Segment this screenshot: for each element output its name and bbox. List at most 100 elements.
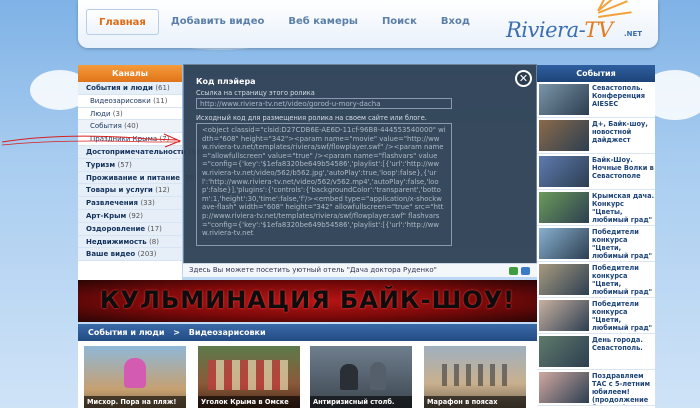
- sidebar-item-channel[interactable]: Ваше видео (203): [78, 248, 182, 262]
- person-figure: [370, 362, 386, 390]
- channel-label: Туризм: [86, 160, 116, 169]
- sidebar-item-channel[interactable]: Недвижимость (8): [78, 235, 182, 249]
- video-caption: Марафон в поясах: [424, 396, 526, 408]
- channel-count: (17): [147, 224, 162, 233]
- video-thumbnail[interactable]: Мисхор. Пора на пляж!: [84, 346, 186, 408]
- event-thumbnail[interactable]: [539, 336, 589, 367]
- events-header: События: [537, 65, 655, 82]
- sidebar-item-channel[interactable]: События и люди (61): [78, 82, 182, 95]
- event-thumbnail[interactable]: [539, 300, 589, 331]
- video-caption: Антиризисный столб.: [310, 396, 412, 408]
- nav-webcams[interactable]: Веб камеры: [276, 9, 370, 35]
- embed-code-field[interactable]: <object classid="clsid:D27CDB6E-AE6D-11c…: [196, 123, 452, 246]
- sidebar-item-channel[interactable]: Люди (3): [78, 108, 182, 121]
- sidebar-item-channel[interactable]: Арт-Крым (92): [78, 209, 182, 223]
- event-thumbnail[interactable]: [539, 156, 589, 187]
- event-thumbnail[interactable]: [539, 264, 589, 295]
- event-title[interactable]: Победители конкурса "Цвети, любимый град…: [589, 300, 655, 333]
- banner-text: КУЛЬМИНАЦИЯ БАЙК-ШОУ!: [99, 286, 516, 314]
- video-grid: Мисхор. Пора на пляж! Уголок Крыма в Омс…: [78, 341, 537, 408]
- red-annotation-line: [1, 133, 182, 148]
- promo-banner[interactable]: КУЛЬМИНАЦИЯ БАЙК-ШОУ!: [78, 280, 537, 322]
- event-title[interactable]: Победители конкурса "Цвети, любимый град…: [589, 228, 655, 261]
- event-title[interactable]: Д+, Байк-шоу, новостной дайджест: [589, 120, 655, 153]
- embed-icon[interactable]: [521, 267, 530, 275]
- share-icon[interactable]: [509, 267, 518, 275]
- event-title[interactable]: Севастополь. Конференция AIESEC: [589, 84, 655, 117]
- nav-home[interactable]: Главная: [86, 9, 159, 35]
- event-thumbnail[interactable]: [539, 192, 589, 223]
- event-item[interactable]: Победители конкурса "Цвети, любимый град…: [537, 226, 655, 262]
- logo-suffix: .NET: [624, 30, 643, 38]
- sidebar-item-channel[interactable]: Оздоровление (17): [78, 222, 182, 236]
- channel-label: Товары и услуги: [86, 186, 153, 195]
- event-item[interactable]: Крымская дача. Конкурс "Цветы, любимый г…: [537, 190, 655, 226]
- site-logo[interactable]: Riviera-TV .NET: [506, 0, 656, 46]
- channel-label: Видеозарисовки: [90, 96, 151, 105]
- event-thumbnail[interactable]: [539, 228, 589, 259]
- group-photo: [208, 360, 288, 390]
- event-item[interactable]: День города. Севастополь.: [537, 334, 655, 370]
- channel-count: (33): [140, 199, 155, 208]
- event-item[interactable]: Победители конкурса "Цвети, любимый град…: [537, 262, 655, 298]
- event-title[interactable]: Поздравляем ТАС с 5-летним юбилеем! (про…: [589, 372, 655, 405]
- video-thumbnail[interactable]: Марафон в поясах: [424, 346, 526, 408]
- channel-count: (203): [137, 250, 157, 259]
- channel-count: (12): [155, 186, 170, 195]
- channel-label: Развлечения: [86, 199, 139, 208]
- video-caption: Мисхор. Пора на пляж!: [84, 396, 186, 408]
- nav-search[interactable]: Поиск: [370, 9, 429, 35]
- video-thumbnail[interactable]: Уголок Крыма в Омске: [198, 346, 300, 408]
- sidebar-item-channel[interactable]: Проживание и питание (56): [78, 171, 197, 185]
- dialog-title: Код плэйера: [196, 77, 256, 86]
- channel-label: Недвижимость: [86, 237, 147, 246]
- channel-count: (11): [153, 96, 168, 105]
- nav-add-video[interactable]: Добавить видео: [159, 9, 277, 35]
- channel-label: Ваше видео: [86, 250, 136, 259]
- channel-list: События и люди (61) Видеозарисовки (11) Лю…: [78, 82, 203, 262]
- channel-count: (8): [149, 237, 159, 246]
- event-title[interactable]: Крымская дача. Конкурс "Цветы, любимый г…: [589, 192, 655, 225]
- channel-count: (92): [128, 211, 143, 220]
- sidebar-item-channel[interactable]: Развлечения (33): [78, 197, 182, 210]
- hotel-info-bar: Здесь Вы можете посетить уютный отель "Д…: [183, 263, 537, 277]
- channel-count: (61): [155, 84, 170, 92]
- sidebar-item-channel[interactable]: Товары и услуги (12): [78, 184, 182, 198]
- event-title[interactable]: Победители конкурса "Цвети, любимый град…: [589, 264, 655, 297]
- channel-label: Люди: [90, 109, 111, 118]
- event-item[interactable]: Д+, Байк-шоу, новостной дайджест: [537, 118, 655, 154]
- video-thumbnail[interactable]: Антиризисный столб.: [310, 346, 412, 408]
- channels-sidebar: Каналы События и люди (61) Видеозарисовки…: [78, 65, 203, 280]
- runners-group: [442, 364, 512, 386]
- video-url-field[interactable]: [196, 98, 452, 109]
- logo-text: Riviera-TV: [506, 18, 613, 42]
- event-title[interactable]: Байк-Шоу. Ночные Волки в Севастополе: [589, 156, 655, 189]
- hotel-text[interactable]: Здесь Вы можете посетить уютный отель "Д…: [189, 266, 437, 274]
- channel-label: Проживание и питание: [86, 173, 180, 182]
- breadcrumb-separator: >: [173, 328, 180, 337]
- event-title[interactable]: День города. Севастополь.: [589, 336, 655, 369]
- event-thumbnail[interactable]: [539, 120, 589, 151]
- nav-login[interactable]: Вход: [429, 9, 482, 35]
- breadcrumb-sketches[interactable]: Видеозарисовки: [189, 328, 266, 337]
- main-nav: Главная Добавить видео Веб камеры Поиск …: [86, 9, 482, 35]
- person-figure: [124, 358, 146, 388]
- breadcrumb-events-people[interactable]: События и люди: [88, 328, 164, 337]
- person-figure: [340, 364, 358, 390]
- channel-label: Оздоровление: [86, 224, 146, 233]
- player-code-dialog: Код плэйера ✕ Ссылка на страницу этого р…: [183, 64, 537, 277]
- event-item[interactable]: Победители конкурса "Цвети, любимый град…: [537, 298, 655, 334]
- close-icon[interactable]: ✕: [515, 70, 532, 87]
- sidebar-item-channel[interactable]: Видеозарисовки (11): [78, 95, 182, 108]
- embed-label: Исходный код для размещения ролика на св…: [196, 114, 427, 122]
- event-item[interactable]: Поздравляем ТАС с 5-летним юбилеем! (про…: [537, 370, 655, 406]
- video-caption: Уголок Крыма в Омске: [198, 396, 300, 408]
- event-item[interactable]: Байк-Шоу. Ночные Волки в Севастополе: [537, 154, 655, 190]
- breadcrumb: События и люди > Видеозарисовки: [78, 324, 537, 341]
- event-item[interactable]: Севастополь. Конференция AIESEC: [537, 82, 655, 118]
- channel-count: (57): [117, 160, 132, 169]
- events-sidebar: События Севастополь. Конференция AIESEC Д…: [537, 65, 655, 408]
- sidebar-item-channel[interactable]: Туризм (57): [78, 158, 182, 172]
- event-thumbnail[interactable]: [539, 84, 589, 115]
- event-thumbnail[interactable]: [539, 372, 589, 403]
